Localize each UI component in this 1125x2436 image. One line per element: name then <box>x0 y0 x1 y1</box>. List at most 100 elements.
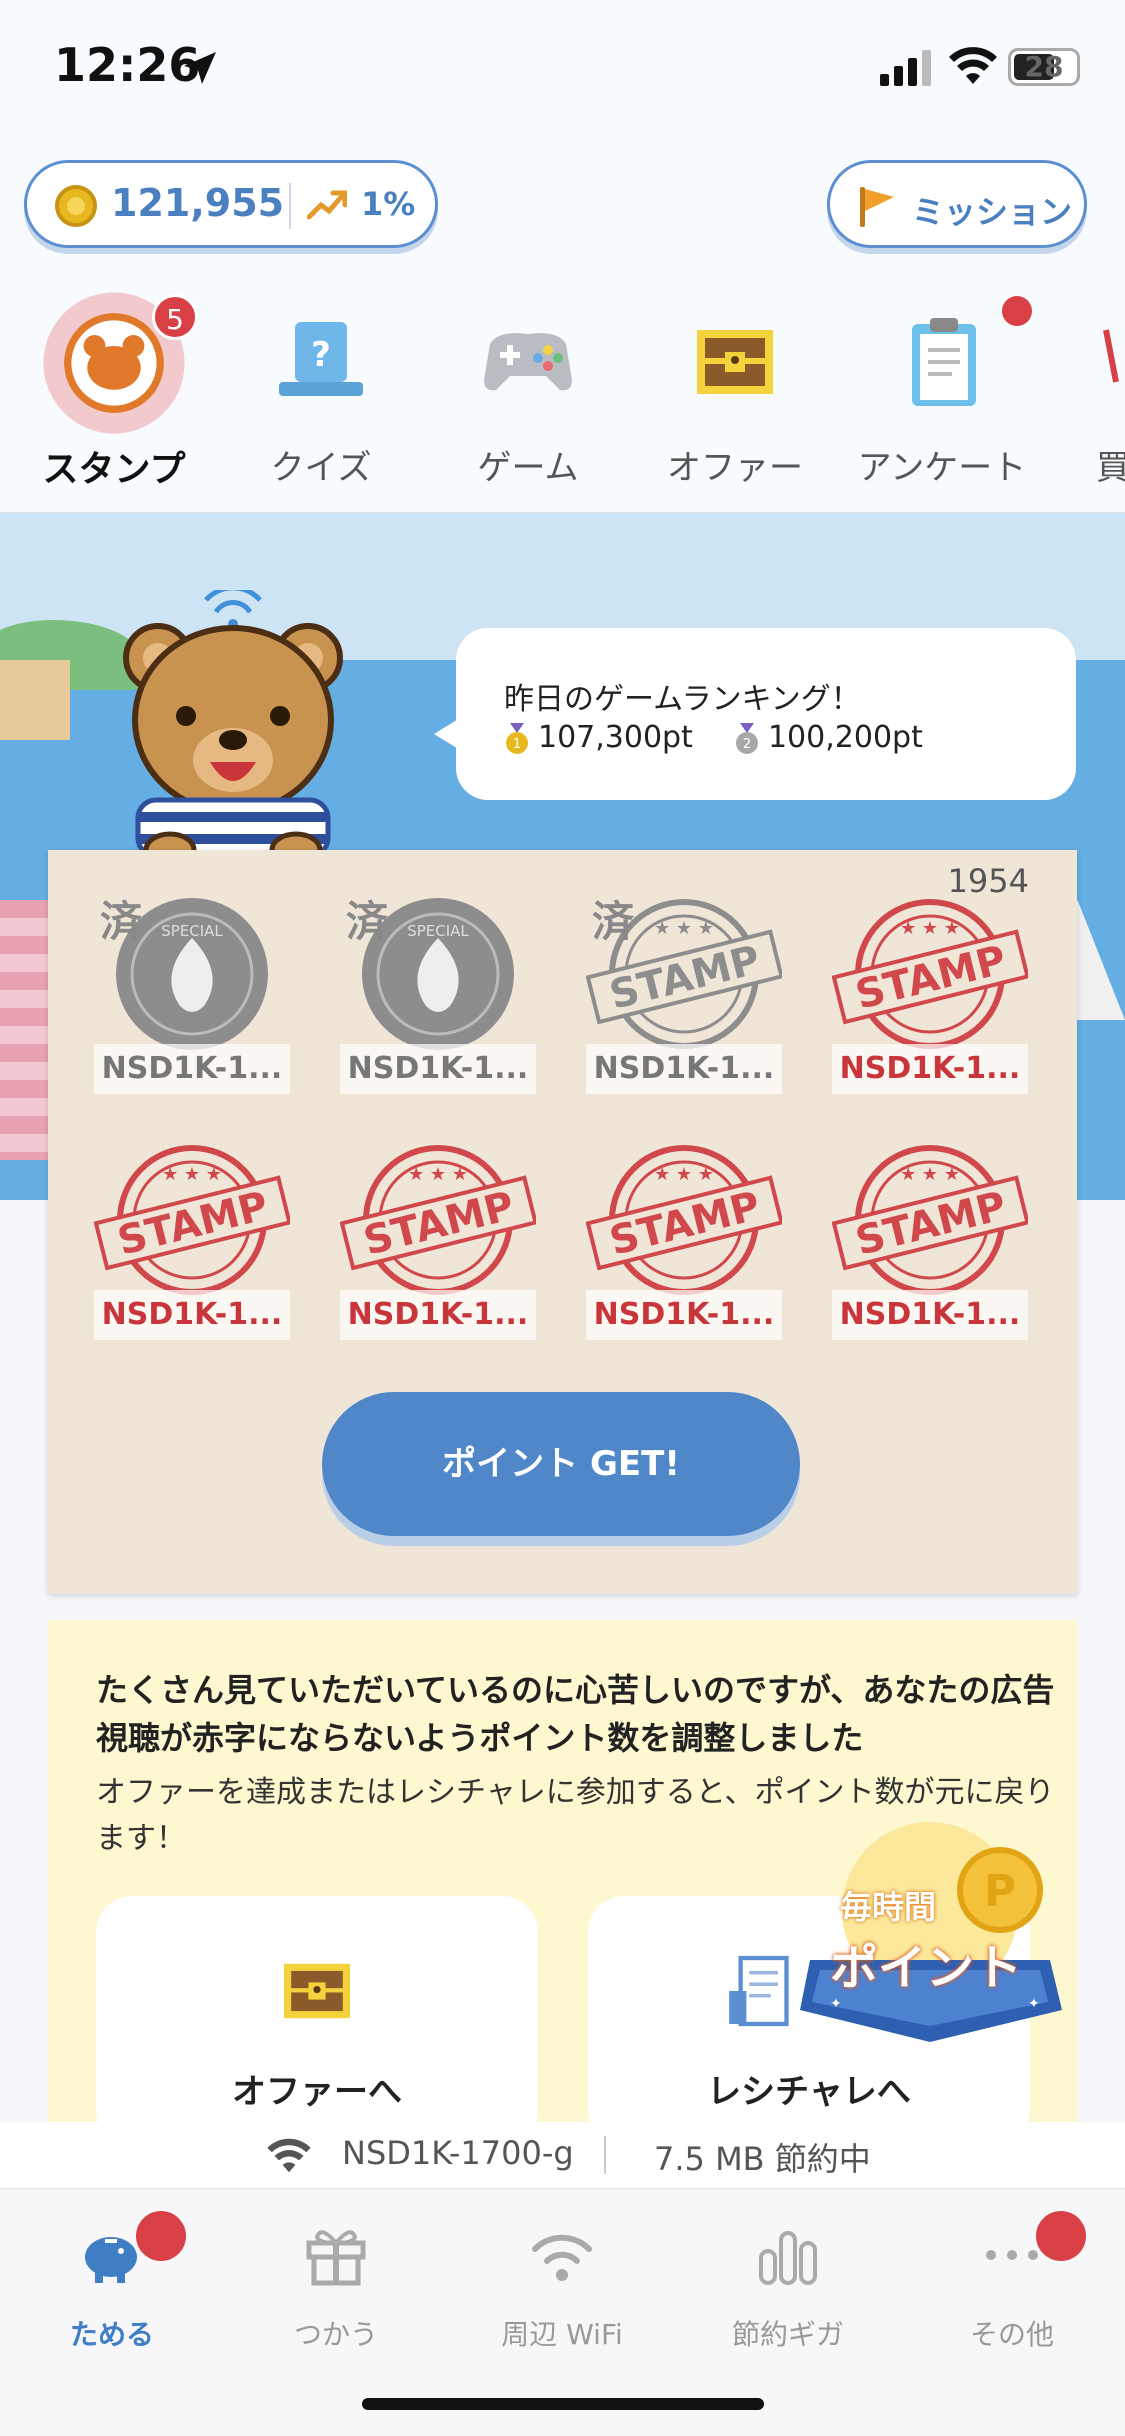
tab-use[interactable]: つかう <box>236 2219 436 2359</box>
coin-icon <box>55 185 97 227</box>
svg-text:STAMP: STAMP <box>851 937 1011 1019</box>
wifi-status-icon <box>949 47 997 84</box>
ranking-first: 107,300pt <box>538 720 693 755</box>
quiz-hat-icon: ? <box>279 322 363 396</box>
mission-button[interactable]: ミッション <box>827 160 1087 248</box>
svg-text:✦: ✦ <box>830 1996 842 2012</box>
category-label: ゲーム <box>477 448 579 488</box>
ranking-speech-bubble: 昨日のゲームランキング！ 1 107,300pt 2 100,200pt <box>434 628 1076 800</box>
connected-ssid: NSD1K-1700-g <box>342 2134 574 2172</box>
hourly-points-badge[interactable]: P ✦ ✦ 毎時間 ポイント <box>800 1820 1070 2050</box>
svg-text:P: P <box>984 1866 1016 1917</box>
wifi-icon <box>532 2234 592 2281</box>
tab-label: 節約ギガ <box>731 2318 844 2351</box>
stamp-slot[interactable]: STAMP ★ ★ ★ NSD1K-1... <box>94 1140 290 1340</box>
stamp-icon: STAMP★ ★ ★ <box>340 1145 536 1295</box>
stamp-label: NSD1K-1... <box>832 1290 1028 1340</box>
treasure-chest-icon <box>697 330 773 394</box>
wifi-icon <box>267 2138 311 2173</box>
tab-more[interactable]: その他 <box>912 2211 1112 2359</box>
done-mark: 済 <box>346 897 389 946</box>
wifi-info-bar[interactable]: NSD1K-1700-g 7.5 MB 節約中 <box>0 2122 1125 2188</box>
category-shopping[interactable]: 買 <box>1082 290 1125 490</box>
svg-text:SPECIAL: SPECIAL <box>161 922 223 940</box>
sand-decoration <box>0 660 70 740</box>
points-balance: 121,955 <box>111 181 285 225</box>
svg-text:SPECIAL: SPECIAL <box>407 922 469 940</box>
svg-text:STAMP: STAMP <box>851 1183 1011 1265</box>
stamp-slot[interactable]: SPECIAL 済 NSD1K-1... <box>340 894 536 1094</box>
offer-link-label: オファーへ <box>232 2072 402 2112</box>
svg-text:STAMP: STAMP <box>605 1183 765 1265</box>
svg-text:★ ★ ★: ★ ★ ★ <box>654 1164 714 1185</box>
cellular-signal-icon <box>880 50 931 86</box>
points-rate: 1% <box>361 185 416 223</box>
svg-text:★ ★ ★: ★ ★ ★ <box>162 1164 222 1185</box>
tab-label: ためる <box>69 2318 154 2351</box>
stamp-slot[interactable]: STAMP ★ ★ ★ NSD1K-1... <box>832 1140 1028 1340</box>
pill-divider <box>289 183 291 229</box>
stamp-count-badge: 5 <box>152 294 198 340</box>
clipboard-icon <box>912 318 976 406</box>
treasure-chest-icon <box>284 1963 350 2019</box>
stamp-label: NSD1K-1... <box>340 1044 536 1094</box>
stamp-slot[interactable]: STAMP ★ ★ ★ NSD1K-1... <box>832 894 1028 1094</box>
stamp-card: 1954 SPECIAL 済 NSD1K-1... SPECIAL 済 NSD1K-1..… <box>48 850 1077 1594</box>
status-bar: 12:26 28 <box>0 0 1125 140</box>
category-game[interactable]: ゲーム <box>428 290 628 490</box>
gamepad-icon <box>484 333 572 391</box>
category-label: アンケート <box>857 448 1027 488</box>
done-mark: 済 <box>100 897 143 946</box>
svg-text:STAMP: STAMP <box>113 1183 273 1265</box>
svg-text:✦: ✦ <box>1028 1996 1040 2012</box>
stamp-slot[interactable]: STAMP ★ ★ ★ 済 NSD1K-1... <box>586 894 782 1094</box>
tab-collect[interactable]: ためる <box>12 2211 212 2359</box>
category-label: オファー <box>667 448 803 488</box>
bar-chart-icon <box>759 2231 817 2285</box>
ranking-scores: 1 107,300pt 2 100,200pt <box>504 720 923 755</box>
data-saving: 7.5 MB 節約中 <box>654 2140 871 2178</box>
survey-notification-dot <box>1002 296 1032 326</box>
svg-text:STAMP: STAMP <box>359 1183 519 1265</box>
tab-nearby-wifi[interactable]: 周辺 WiFi <box>462 2219 662 2359</box>
app-screen: 12:26 28 121,955 1% ミッション 5 スタンプ ? クイズ ゲ… <box>0 0 1125 2436</box>
stamp-slot[interactable]: STAMP ★ ★ ★ NSD1K-1... <box>340 1140 536 1340</box>
home-indicator <box>362 2398 764 2410</box>
category-stamp[interactable]: 5 スタンプ <box>14 290 214 490</box>
category-survey[interactable]: アンケート <box>842 290 1042 490</box>
hourly-badge-line2: ポイント <box>830 1940 1023 1996</box>
points-pill[interactable]: 121,955 1% <box>24 160 438 248</box>
hourly-badge-line1: 毎時間 <box>840 1888 937 1926</box>
stamp-label: NSD1K-1... <box>586 1290 782 1340</box>
stamp-slot[interactable]: STAMP ★ ★ ★ NSD1K-1... <box>586 1140 782 1340</box>
receipt-link-label: レシチャレへ <box>707 2072 911 2112</box>
stamp-label: NSD1K-1... <box>832 1044 1028 1094</box>
stamp-label: NSD1K-1... <box>94 1290 290 1340</box>
tab-save-data[interactable]: 節約ギガ <box>688 2219 888 2359</box>
flag-icon <box>860 187 894 227</box>
svg-text:2: 2 <box>743 737 751 752</box>
category-offer[interactable]: オファー <box>635 290 835 490</box>
stamp-label: NSD1K-1... <box>94 1044 290 1094</box>
svg-text:★ ★ ★: ★ ★ ★ <box>900 918 960 939</box>
stamp-slot[interactable]: SPECIAL 済 NSD1K-1... <box>94 894 290 1094</box>
mission-label: ミッション <box>912 193 1073 231</box>
location-arrow-icon <box>184 52 216 84</box>
svg-text:STAMP: STAMP <box>605 937 765 1019</box>
svg-text:★ ★ ★: ★ ★ ★ <box>900 1164 960 1185</box>
notice-title: たくさん見ていただいているのに心苦しいのですが、あなたの広告視聴が赤字にならない… <box>96 1671 1055 1757</box>
tab-label: つかう <box>293 2318 378 2351</box>
svg-text:★ ★ ★: ★ ★ ★ <box>408 1164 468 1185</box>
ranking-title: 昨日のゲームランキング！ <box>504 682 861 717</box>
stamp-icon: STAMP★ ★ ★ <box>832 899 1028 1049</box>
stamp-label: NSD1K-1... <box>586 1044 782 1094</box>
bear-mascot <box>123 590 343 869</box>
point-get-button[interactable]: ポイント GET! <box>322 1392 800 1536</box>
stamp-icon: STAMP★ ★ ★ <box>832 1145 1028 1295</box>
gold-medal-icon: 1 <box>506 722 528 754</box>
done-mark: 済 <box>592 897 635 946</box>
trend-up-icon <box>307 190 347 220</box>
category-quiz[interactable]: ? クイズ <box>221 290 421 490</box>
svg-text:★ ★ ★: ★ ★ ★ <box>654 918 714 939</box>
offer-link-card[interactable]: オファーへ <box>96 1896 538 2146</box>
